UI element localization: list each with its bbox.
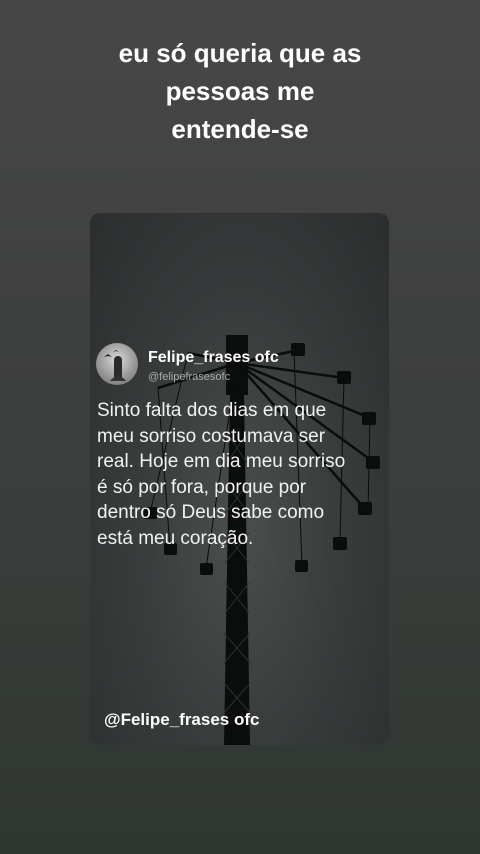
caption-line-2: pessoas me [165, 76, 315, 106]
author-handle[interactable]: @felipefrasesofc [148, 371, 230, 383]
post-line: está meu coração. [97, 527, 254, 549]
post-line: meu sorriso costumava ser [97, 425, 326, 447]
story-caption: eu só queria que as pessoas me entende-s… [0, 34, 480, 148]
avatar[interactable] [96, 343, 138, 385]
post-body: Sinto falta dos dias em que meu sorriso … [97, 398, 387, 551]
quote-card[interactable]: Felipe_frases ofc @felipefrasesofc Sinto… [90, 213, 389, 745]
post-header: Felipe_frases ofc @felipefrasesofc [96, 343, 376, 387]
post-line: real. Hoje em dia meu sorriso [97, 451, 346, 472]
post-line: Sinto falta dos dias em que [97, 400, 327, 421]
author-name[interactable]: Felipe_frases ofc [148, 349, 279, 367]
caption-line-3: entende-se [171, 114, 309, 144]
watermark-handle: @Felipe_frases ofc [104, 710, 260, 729]
post-line: dentro só Deus sabe como [97, 502, 325, 523]
avatar-silhouette-icon [104, 350, 126, 381]
post-line: é só por fora, porque por [97, 476, 307, 498]
caption-line-1: eu só queria que as [118, 38, 362, 68]
